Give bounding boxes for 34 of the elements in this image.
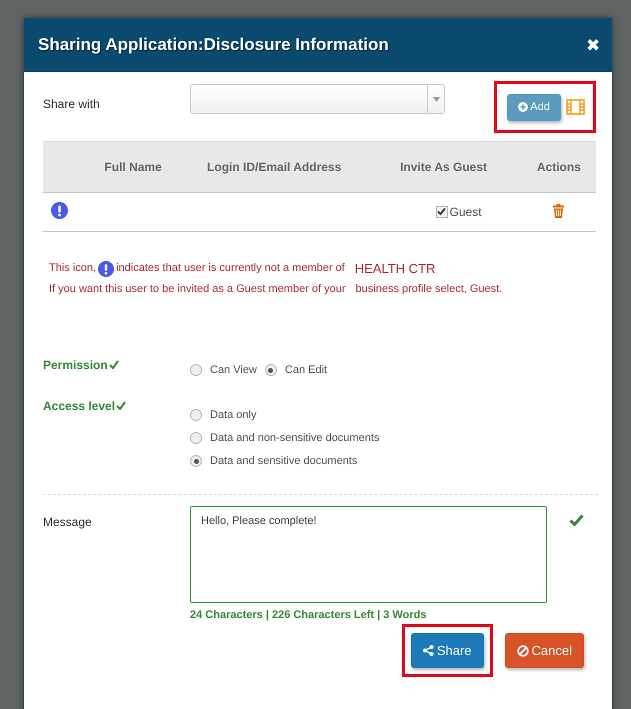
message-field[interactable]: Hello, Please complete! [190,506,547,603]
access-level-label: Access level [43,399,116,413]
prohibited-icon [516,644,529,656]
guest-checkbox[interactable]: Guest [406,204,482,219]
column-header: Actions [522,142,596,192]
caret-icon [432,96,440,102]
notice-text: If you want this user to be invited as a Guest member of your [49,283,346,295]
message-label: Message [43,514,93,531]
notice-text: indicates that user is currently not a member of [116,261,345,276]
column-header: Login ID/Email Address [183,142,366,192]
share-with-dropdown[interactable] [190,84,446,114]
permission-radio[interactable]: Can View [190,364,257,376]
access-level-radio[interactable]: Data only [190,409,380,421]
character-counter: 24 Characters | 226 Characters Left | 3 Words [190,609,428,621]
dialog-title: Sharing Application:Disclosure Information [38,35,389,55]
cancel-button[interactable]: Cancel [504,633,584,668]
trash-icon[interactable] [553,204,564,218]
exclamation-icon [98,260,114,276]
share-icon [422,645,434,656]
plus-icon [518,102,528,112]
column-header: Full Name [83,142,184,192]
access-level-radio[interactable]: Data and non-sensitive documents [190,432,380,444]
notice-text: This icon, [49,261,96,276]
share-button[interactable]: Share [410,633,484,668]
column-header: Invite As Guest [365,142,522,192]
permission-radio[interactable]: Can Edit [264,364,328,376]
close-button[interactable]: ✖ [586,34,600,56]
permission-label: Permission [43,358,108,372]
check-icon [437,207,446,216]
film-icon[interactable] [566,99,586,115]
organization-name: HEALTH CTR [354,260,436,278]
access-level-radio[interactable]: Data and sensitive documents [190,455,380,467]
share-with-label: Share with [43,96,101,113]
notice-text: business profile select, Guest. [356,283,502,295]
